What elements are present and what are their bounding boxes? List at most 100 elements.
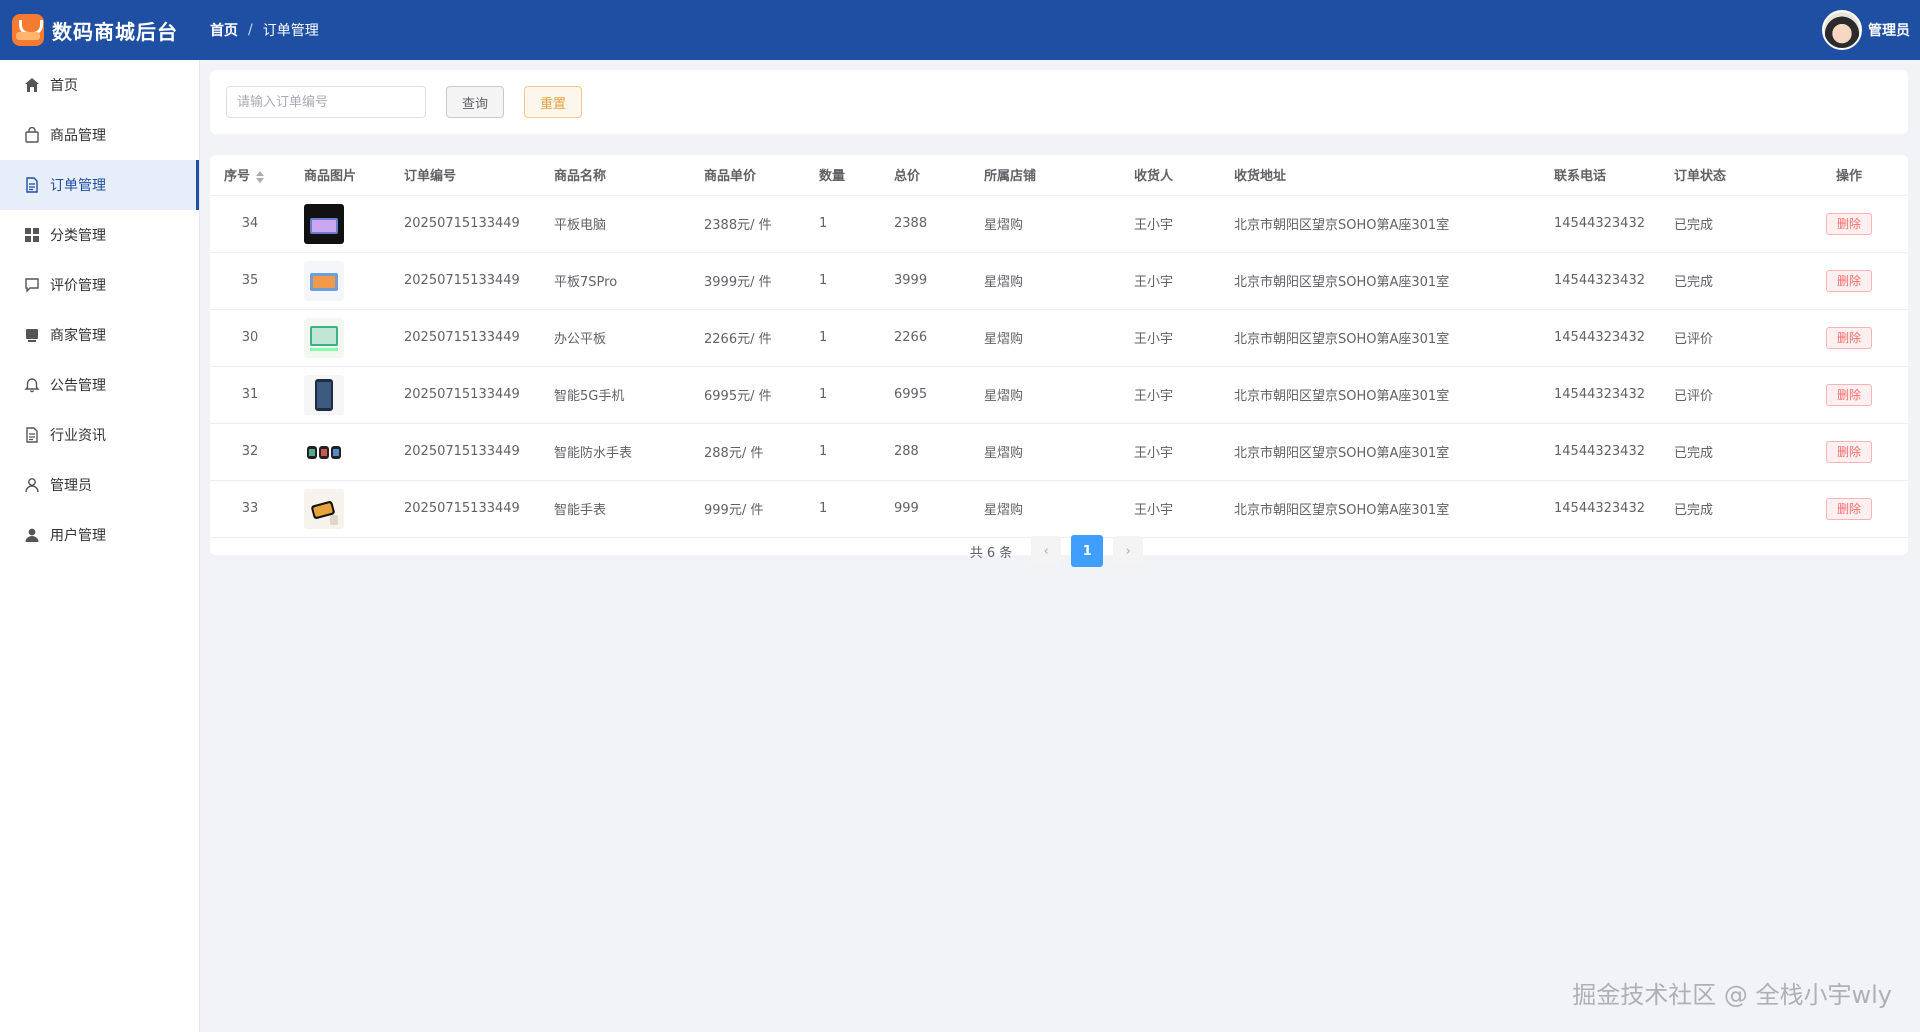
delete-button[interactable]: 删除 (1825, 326, 1872, 349)
sidebar-item-categories[interactable]: 分类管理 (0, 210, 199, 260)
cell-address: 北京市朝阳区望京SOHO第A座301室 (1220, 366, 1540, 424)
reset-button[interactable]: 重置 (524, 86, 583, 118)
sidebar-item-users[interactable]: 用户管理 (0, 510, 199, 560)
product-thumbnail[interactable] (304, 431, 344, 472)
cell-quantity: 1 (805, 309, 880, 367)
bell-icon (24, 377, 40, 393)
sidebar-item-reviews[interactable]: 评价管理 (0, 260, 199, 310)
table-row: 33 20250715133449 智能手表 999元/ 件 1 999 星熠购… (210, 480, 1908, 538)
cell-actions: 删除 (1790, 480, 1908, 538)
delete-button[interactable]: 删除 (1825, 212, 1872, 235)
sidebar-item-label: 分类管理 (50, 228, 106, 244)
sidebar-item-label: 行业资讯 (50, 428, 106, 444)
product-thumbnail[interactable] (304, 374, 344, 415)
column-header-status: 订单状态 (1660, 155, 1790, 196)
sidebar-item-admins[interactable]: 管理员 (0, 460, 199, 510)
shop-logo-icon (12, 14, 44, 46)
cell-status: 已完成 (1660, 423, 1790, 481)
sidebar-item-label: 商品管理 (50, 128, 106, 144)
cell-unit-price: 288元/ 件 (690, 423, 805, 481)
cell-shop: 星熠购 (970, 252, 1120, 310)
query-button[interactable]: 查询 (446, 86, 505, 118)
cell-shop: 星熠购 (970, 366, 1120, 424)
cell-product-name: 平板电脑 (540, 195, 690, 253)
column-header-image: 商品图片 (290, 155, 390, 196)
column-header-total: 总价 (880, 155, 970, 196)
product-thumbnail[interactable] (304, 203, 344, 244)
page-number-button[interactable]: 1 (1071, 535, 1104, 567)
column-header-order-no: 订单编号 (390, 155, 540, 196)
cell-actions: 删除 (1790, 366, 1908, 424)
avatar[interactable] (1822, 10, 1862, 50)
cell-id: 33 (210, 480, 290, 538)
delete-button[interactable]: 删除 (1825, 440, 1872, 463)
cell-image (290, 366, 390, 424)
news-icon (24, 427, 40, 443)
column-header-actions: 操作 (1790, 155, 1908, 196)
cell-total: 2388 (880, 195, 970, 253)
shopping-bag-icon (24, 127, 40, 143)
cell-unit-price: 2388元/ 件 (690, 195, 805, 253)
user-name[interactable]: 管理员 (1868, 20, 1910, 40)
cell-total: 3999 (880, 252, 970, 310)
cell-address: 北京市朝阳区望京SOHO第A座301室 (1220, 480, 1540, 538)
cell-image (290, 480, 390, 538)
cell-phone: 14544323432 (1540, 309, 1660, 367)
column-header-id[interactable]: 序号 (210, 155, 290, 196)
cell-actions: 删除 (1790, 423, 1908, 481)
prev-page-button[interactable]: ‹ (1031, 536, 1062, 566)
cell-quantity: 1 (805, 366, 880, 424)
cell-order-no: 20250715133449 (390, 252, 540, 310)
sidebar-item-label: 管理员 (50, 478, 92, 494)
cell-id: 34 (210, 195, 290, 253)
column-header-unit-price: 商品单价 (690, 155, 805, 196)
sidebar-item-announcements[interactable]: 公告管理 (0, 360, 199, 410)
cell-phone: 14544323432 (1540, 423, 1660, 481)
cell-phone: 14544323432 (1540, 366, 1660, 424)
cell-address: 北京市朝阳区望京SOHO第A座301室 (1220, 195, 1540, 253)
cell-status: 已评价 (1660, 366, 1790, 424)
cell-quantity: 1 (805, 480, 880, 538)
sidebar-item-orders[interactable]: 订单管理 (0, 160, 199, 210)
sidebar-item-products[interactable]: 商品管理 (0, 110, 199, 160)
cell-status: 已完成 (1660, 480, 1790, 538)
product-thumbnail[interactable] (304, 317, 344, 358)
product-thumbnail[interactable] (304, 260, 344, 301)
cell-total: 288 (880, 423, 970, 481)
brand: 数码商城后台 (0, 14, 200, 46)
cell-phone: 14544323432 (1540, 195, 1660, 253)
user-menu[interactable]: 管理员 (1822, 10, 1910, 50)
delete-button[interactable]: 删除 (1825, 497, 1872, 520)
cell-status: 已评价 (1660, 309, 1790, 367)
sidebar-item-label: 订单管理 (50, 178, 106, 194)
delete-button[interactable]: 删除 (1825, 269, 1872, 292)
cell-unit-price: 3999元/ 件 (690, 252, 805, 310)
cell-unit-price: 6995元/ 件 (690, 366, 805, 424)
cell-image (290, 309, 390, 367)
column-header-address: 收货地址 (1220, 155, 1540, 196)
table-row: 34 20250715133449 平板电脑 2388元/ 件 1 2388 星… (210, 195, 1908, 253)
cell-order-no: 20250715133449 (390, 195, 540, 253)
next-page-button[interactable]: › (1113, 536, 1144, 566)
cell-status: 已完成 (1660, 195, 1790, 253)
sort-caret-icon[interactable] (256, 170, 265, 183)
breadcrumb-home[interactable]: 首页 (210, 20, 238, 40)
sidebar-item-news[interactable]: 行业资讯 (0, 410, 199, 460)
cell-total: 2266 (880, 309, 970, 367)
cell-order-no: 20250715133449 (390, 309, 540, 367)
cell-address: 北京市朝阳区望京SOHO第A座301室 (1220, 309, 1540, 367)
cell-shop: 星熠购 (970, 195, 1120, 253)
order-number-search-input[interactable] (226, 86, 426, 118)
table-header-row: 序号 商品图片 订单编号 商品名称 商品单价 数量 总价 所属店铺 收货人 收货… (210, 155, 1908, 196)
product-thumbnail[interactable] (304, 488, 344, 529)
cell-product-name: 智能防水手表 (540, 423, 690, 481)
sidebar-item-label: 商家管理 (50, 328, 106, 344)
sidebar-item-merchants[interactable]: 商家管理 (0, 310, 199, 360)
column-header-quantity: 数量 (805, 155, 880, 196)
column-header-shop: 所属店铺 (970, 155, 1120, 196)
sidebar-item-home[interactable]: 首页 (0, 60, 199, 110)
cell-image (290, 195, 390, 253)
column-header-product-name: 商品名称 (540, 155, 690, 196)
delete-button[interactable]: 删除 (1825, 383, 1872, 406)
brand-title: 数码商城后台 (52, 19, 178, 44)
